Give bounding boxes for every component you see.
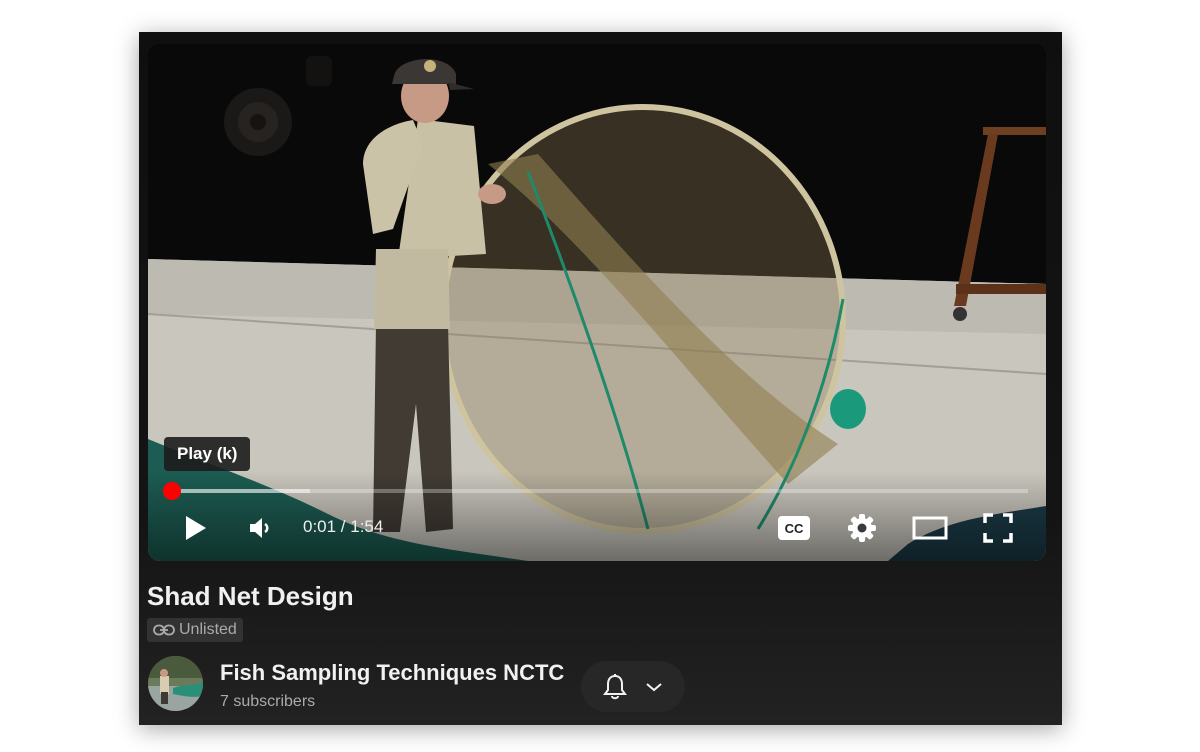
unlisted-badge: Unlisted [147, 618, 243, 642]
theater-mode-button[interactable] [906, 508, 954, 548]
chevron-down-icon [646, 682, 662, 691]
gear-icon [848, 514, 876, 542]
visibility-label: Unlisted [179, 621, 237, 638]
subscribed-notifications-button[interactable] [581, 661, 685, 712]
play-button[interactable] [176, 508, 216, 548]
channel-name[interactable]: Fish Sampling Techniques NCTC [220, 660, 564, 686]
play-tooltip: Play (k) [164, 437, 251, 471]
video-title: Shad Net Design [147, 581, 354, 611]
bell-icon [603, 673, 627, 699]
time-display: 0:01 / 1:54 [303, 517, 384, 536]
svg-text:CC: CC [785, 521, 804, 536]
buffered-bar [168, 489, 310, 493]
closed-captions-icon: CC [778, 516, 810, 540]
fullscreen-icon [983, 513, 1013, 543]
channel-avatar[interactable] [148, 656, 203, 711]
play-icon [186, 516, 206, 540]
captions-button[interactable]: CC [772, 508, 816, 548]
fullscreen-button[interactable] [976, 508, 1020, 548]
avatar-image [148, 656, 203, 711]
subscriber-count: 7 subscribers [220, 693, 316, 710]
link-icon [153, 624, 175, 636]
mute-button[interactable] [240, 508, 280, 548]
settings-button[interactable] [840, 508, 884, 548]
progress-bar[interactable] [163, 482, 1028, 500]
theater-mode-icon [912, 516, 948, 540]
volume-icon [250, 518, 269, 538]
video-player[interactable]: Play (k) 0:01 / 1:54 CC [148, 44, 1046, 561]
video-page: Play (k) 0:01 / 1:54 CC Shad Net Design … [139, 32, 1062, 725]
